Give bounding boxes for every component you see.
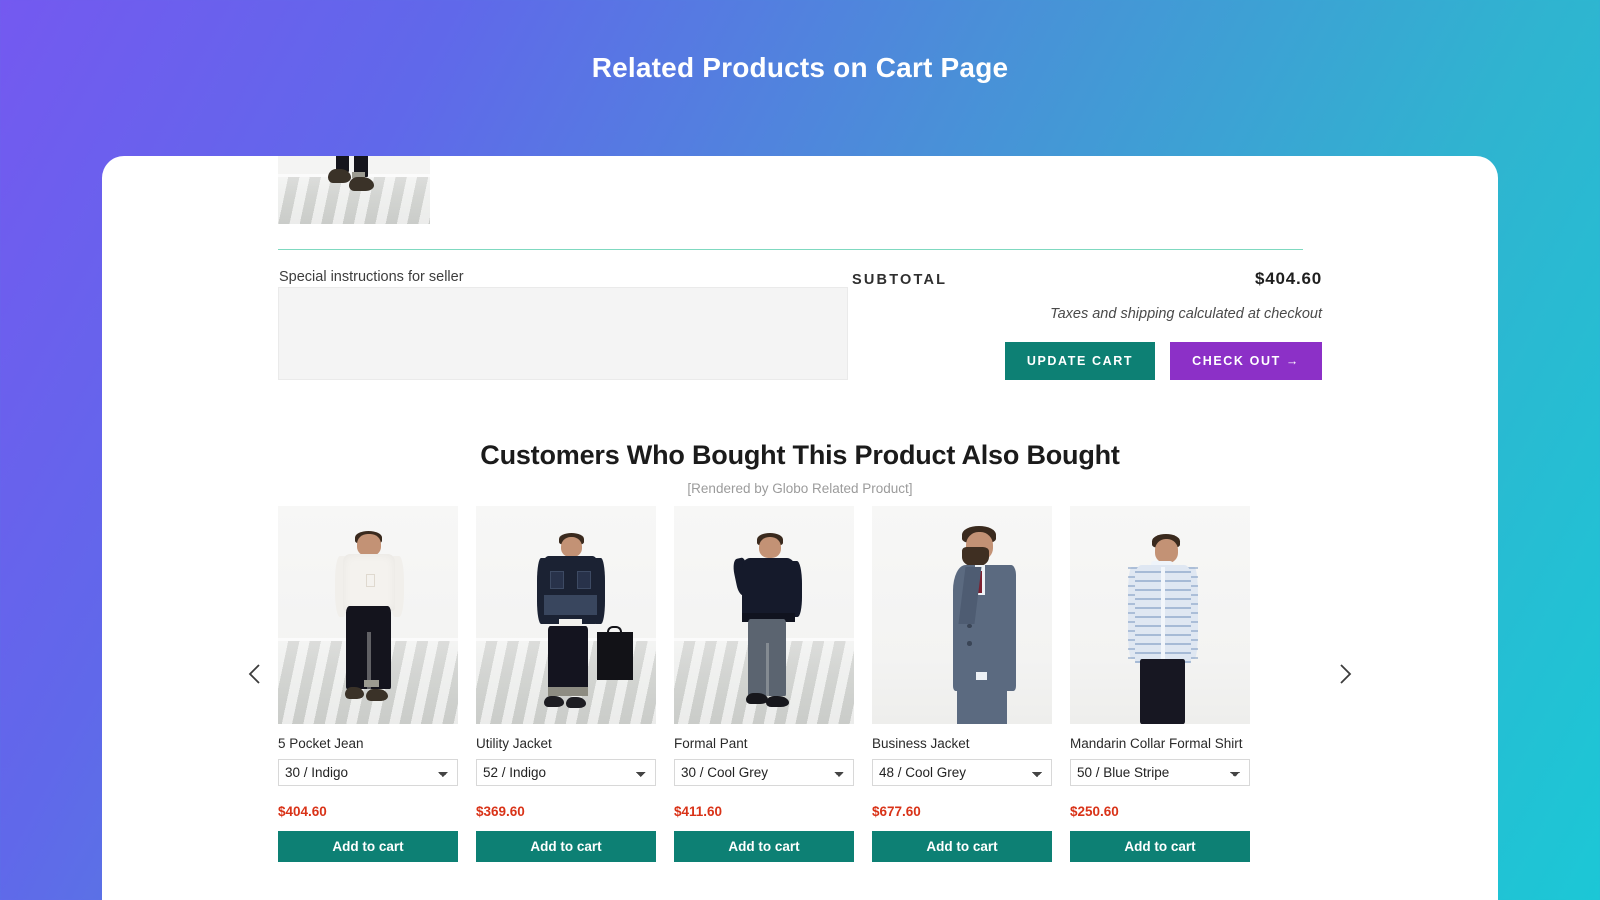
- product-variant-select[interactable]: 50 / Blue Stripe: [1070, 759, 1250, 786]
- product-card: Mandarin Collar Formal Shirt 50 / Blue S…: [1070, 506, 1250, 862]
- product-card: Utility Jacket 52 / Indigo $369.60 Add t…: [476, 506, 656, 862]
- add-to-cart-button[interactable]: Add to cart: [476, 831, 656, 862]
- product-title: Utility Jacket: [476, 736, 552, 751]
- subtotal-value: $404.60: [1254, 269, 1322, 288]
- product-variant-select[interactable]: 30 / Cool Grey: [674, 759, 854, 786]
- carousel-next-chevron-icon[interactable]: [1332, 661, 1358, 687]
- check-out-button[interactable]: CHECK OUT →: [1170, 342, 1322, 380]
- carousel-prev-chevron-icon[interactable]: [242, 661, 268, 687]
- product-title: Mandarin Collar Formal Shirt: [1070, 736, 1243, 751]
- product-price: $369.60: [476, 804, 525, 819]
- update-cart-button[interactable]: UPDATE CART: [1004, 342, 1156, 380]
- special-instructions-label: Special instructions for seller: [279, 269, 464, 285]
- product-image[interactable]: [872, 506, 1052, 724]
- cart-actions: UPDATE CART CHECK OUT →: [1004, 342, 1322, 380]
- cart-item-thumbnail[interactable]: [278, 156, 430, 224]
- subtotal-row: SUBTOTAL $404.60: [852, 269, 1322, 289]
- product-image[interactable]: [1070, 506, 1250, 724]
- store-panel: Special instructions for seller SUBTOTAL…: [102, 156, 1498, 900]
- product-image[interactable]: [674, 506, 854, 724]
- product-image[interactable]: [278, 506, 458, 724]
- product-card: 5 Pocket Jean 30 / Indigo $404.60 Add to…: [278, 506, 458, 862]
- product-price: $250.60: [1070, 804, 1119, 819]
- add-to-cart-button[interactable]: Add to cart: [1070, 831, 1250, 862]
- store-content: Special instructions for seller SUBTOTAL…: [248, 156, 1352, 900]
- product-image[interactable]: [476, 506, 656, 724]
- page-title: Related Products on Cart Page: [591, 52, 1009, 83]
- product-variant-select[interactable]: 48 / Cool Grey: [872, 759, 1052, 786]
- related-products-heading: Customers Who Bought This Product Also B…: [480, 440, 1120, 470]
- product-card: Business Jacket 48 / Cool Grey $677.60 A…: [872, 506, 1052, 862]
- cart-divider: [278, 249, 1303, 250]
- special-instructions-input[interactable]: [278, 287, 848, 380]
- product-title: Business Jacket: [872, 736, 970, 751]
- add-to-cart-button[interactable]: Add to cart: [872, 831, 1052, 862]
- product-price: $411.60: [674, 804, 723, 819]
- product-title: 5 Pocket Jean: [278, 736, 364, 751]
- product-title: Formal Pant: [674, 736, 748, 751]
- product-price: $404.60: [278, 804, 327, 819]
- product-list: 5 Pocket Jean 30 / Indigo $404.60 Add to…: [278, 506, 1250, 862]
- related-products-subtitle: [Rendered by Globo Related Product]: [687, 481, 913, 496]
- tax-shipping-note: Taxes and shipping calculated at checkou…: [1050, 306, 1322, 322]
- add-to-cart-button[interactable]: Add to cart: [278, 831, 458, 862]
- product-card: Formal Pant 30 / Cool Grey $411.60 Add t…: [674, 506, 854, 862]
- subtotal-label: SUBTOTAL: [852, 272, 948, 288]
- add-to-cart-button[interactable]: Add to cart: [674, 831, 854, 862]
- product-variant-select[interactable]: 30 / Indigo: [278, 759, 458, 786]
- product-variant-select[interactable]: 52 / Indigo: [476, 759, 656, 786]
- cart-item-photo: [278, 156, 430, 224]
- product-price: $677.60: [872, 804, 921, 819]
